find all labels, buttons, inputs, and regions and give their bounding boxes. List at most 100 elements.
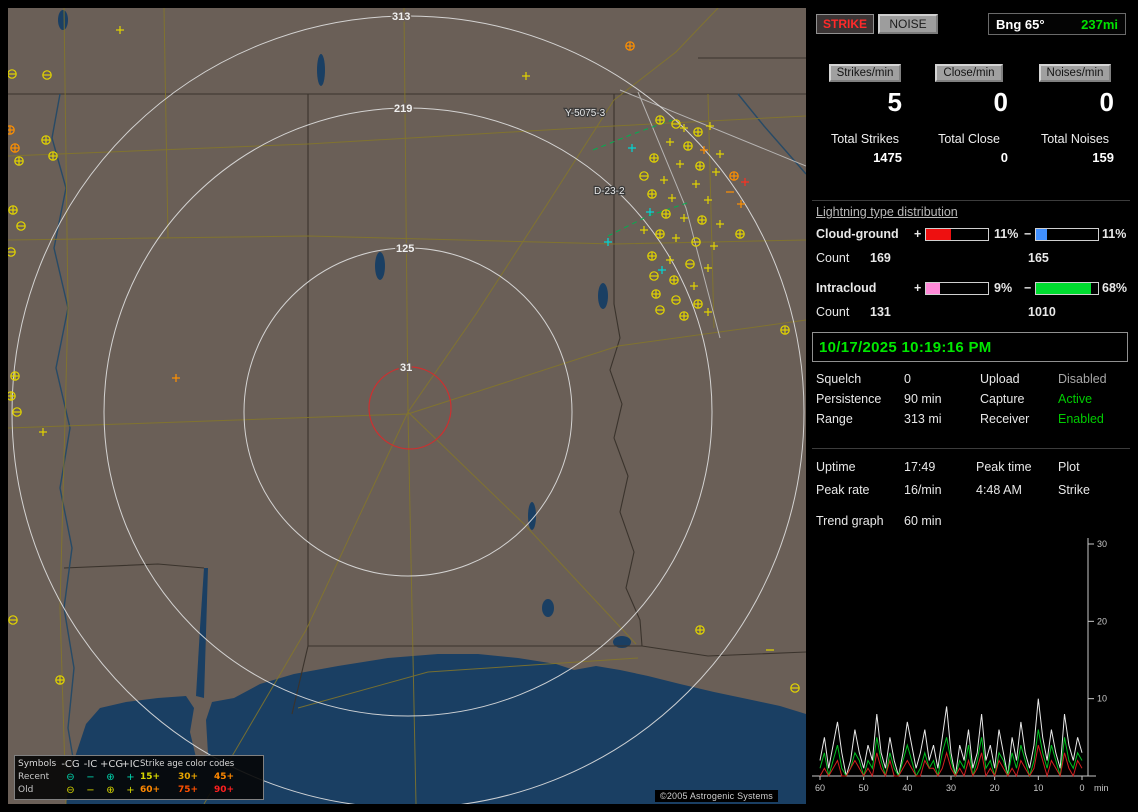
peak-time-value: 4:48 AM [976,483,1022,497]
status-row: Range 313 mi Receiver Enabled [812,412,1130,432]
strike-symbol [56,676,64,684]
bearing-display: Bng 65° 237mi [988,13,1126,35]
cg-negative-bar [1035,228,1099,241]
storm-cell-label-1: Y-5075-3 [565,108,606,119]
stats-table: Uptime 17:49 Peak time Plot Peak rate 16… [812,460,1130,506]
legend-old-ncg-icon: ⊖ [60,784,81,797]
svg-text:10: 10 [1097,694,1107,704]
svg-text:20: 20 [1097,616,1107,626]
close-per-min-button[interactable]: Close/min [935,64,1002,82]
total-noises-label: Total Noises [1022,132,1128,146]
total-close-value: 0 [916,150,1022,165]
legend-recent-nic-icon: − [81,771,100,784]
cg-positive-count: 169 [870,251,891,265]
cg-negative-pct: 11% [1102,227,1126,241]
legend-age-60: 60+ [140,784,178,797]
copyright-label: ©2005 Astrogenic Systems [655,790,778,802]
total-strikes-value: 1475 [814,150,916,165]
range-label: Range [816,412,853,426]
cg-positive-pct: 11% [994,227,1018,241]
noise-mode-button[interactable]: NOISE [878,14,938,34]
total-close-label: Total Close [916,132,1022,146]
cg-positive-bar-fill [926,229,951,240]
lightning-distribution-section: Lightning type distribution Cloud-ground… [812,200,1130,323]
strike-mode-button[interactable]: STRIKE [816,14,874,34]
trend-series-total strikes [820,699,1082,776]
plus-sign: + [914,227,921,241]
strike-symbol [736,230,744,238]
status-row: Persistence 90 min Capture Active [812,392,1130,412]
intracloud-label: Intracloud [816,281,876,295]
ring-label-second: 219 [394,103,412,115]
legend-recent-pic-icon: + [121,771,140,784]
legend-col-nic: -IC [81,758,100,771]
ic-negative-bar-fill [1036,283,1091,294]
intracloud-row: Intracloud + 9% − 68% [812,281,1130,297]
nexstorm-window: 313 219 125 31 Y-5075-3 D-23-2 Symbols -… [0,0,1138,812]
legend-symbols-title: Symbols [18,758,60,771]
cloud-ground-row: Cloud-ground + 11% − 11% [812,227,1130,243]
receiver-label: Receiver [980,412,1029,426]
status-table: Squelch 0 Upload Disabled Persistence 90… [812,372,1130,432]
stats-row: Uptime 17:49 Peak time Plot [812,460,1130,483]
control-panel: STRIKE NOISE Bng 65° 237mi Strikes/min 5… [812,8,1130,804]
strike-symbol [656,230,664,238]
count-label: Count [816,251,849,265]
squelch-value: 0 [904,372,911,386]
strike-symbol [648,190,656,198]
ic-positive-count: 131 [870,305,891,319]
legend-recent-ncg-icon: ⊖ [60,771,81,784]
map-panel[interactable]: 313 219 125 31 Y-5075-3 D-23-2 Symbols -… [8,8,806,804]
svg-text:0: 0 [1079,783,1084,793]
strikes-per-min-button[interactable]: Strikes/min [829,64,902,82]
legend-recent-pcg-icon: ⊕ [100,771,121,784]
strike-symbol [42,136,50,144]
strike-symbol [696,626,704,634]
strike-symbol [11,372,19,380]
trend-graph-label: Trend graph [816,514,884,528]
status-row: Squelch 0 Upload Disabled [812,372,1130,392]
strike-symbol [781,326,789,334]
svg-text:10: 10 [1033,783,1043,793]
strikes-per-min-value: 5 [814,87,916,118]
count-label: Count [816,305,849,319]
legend-old-label: Old [18,784,60,797]
total-strikes-label: Total Strikes [814,132,916,146]
datetime-display: 10/17/2025 10:19:16 PM [812,332,1128,362]
noises-per-min-button[interactable]: Noises/min [1039,64,1112,82]
persistence-value: 90 min [904,392,942,406]
ring-label-third: 125 [396,243,414,255]
total-noises-value: 159 [1022,150,1128,165]
svg-text:min: min [1094,783,1109,793]
legend-age-title: Strike age color codes [140,758,250,771]
strike-symbol [656,116,664,124]
strike-symbol [670,276,678,284]
strike-symbol [694,300,702,308]
strike-symbol [698,216,706,224]
intracloud-count-row: Count 131 1010 [812,305,1130,321]
trend-window-value: 60 min [904,514,942,528]
stats-row: Peak rate 16/min 4:48 AM Strike [812,483,1130,506]
legend-age-45: 45+ [214,771,250,784]
peak-rate-value: 16/min [904,483,942,497]
uptime-value: 17:49 [904,460,935,474]
map-canvas[interactable]: 313 219 125 31 Y-5075-3 D-23-2 [8,8,806,804]
strike-symbol [626,42,634,50]
range-value: 313 mi [904,412,942,426]
trend-graph: 1020306050403020100min [812,530,1130,802]
ring-label-inner: 31 [400,362,412,374]
peak-rate-label: Peak rate [816,483,870,497]
minus-sign: − [1024,281,1031,295]
legend-old-pic-icon: + [121,784,140,797]
totals-section: Total Strikes 1475 Total Close 0 Total N… [814,132,1128,165]
plot-mode-value: Strike [1058,483,1090,497]
cg-negative-bar-fill [1036,229,1047,240]
plus-sign: + [914,281,921,295]
legend-old-nic-icon: − [81,784,100,797]
ic-negative-count: 1010 [1028,305,1056,319]
distribution-title: Lightning type distribution [816,205,958,219]
distance-value: 237mi [1081,17,1118,32]
strike-symbol [9,206,17,214]
strike-symbol [694,128,702,136]
legend-old-pcg-icon: ⊕ [100,784,121,797]
